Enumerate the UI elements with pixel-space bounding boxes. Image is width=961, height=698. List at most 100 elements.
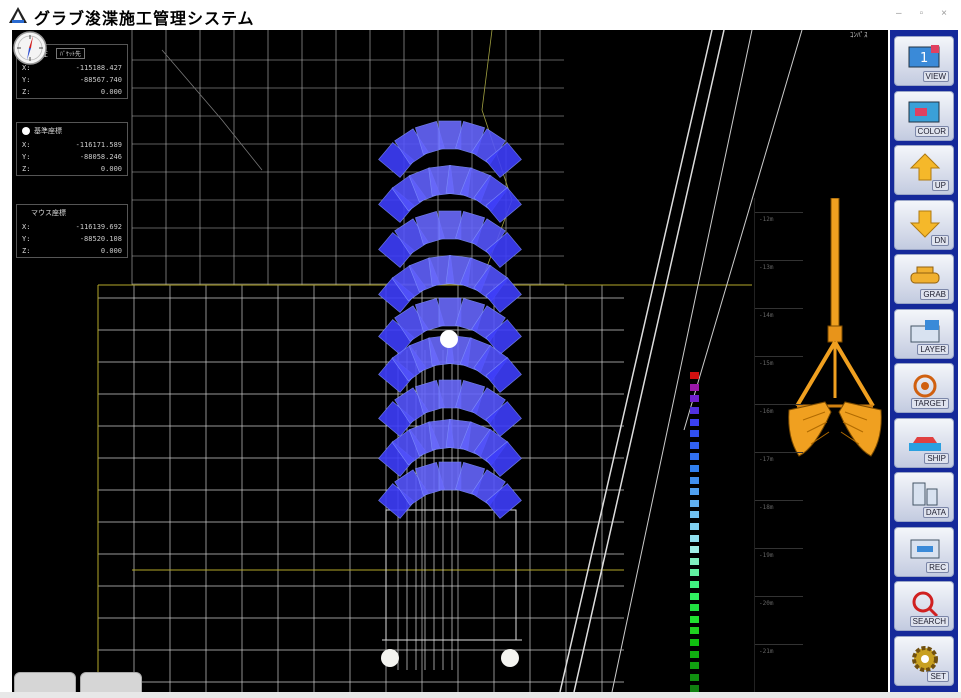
legend-item — [690, 567, 705, 579]
legend-item — [690, 474, 705, 486]
mouse-x-value: -116139.692 — [75, 223, 122, 231]
legend-swatch — [690, 650, 699, 658]
bucket-x-value: -115188.427 — [75, 64, 122, 72]
target-label: TARGET — [911, 398, 949, 409]
view-1-label: VIEW — [922, 71, 949, 82]
legend-item — [690, 416, 705, 428]
legend-swatch — [690, 511, 699, 519]
bucket-z-value: 0.000 — [100, 88, 122, 96]
legend-swatch — [690, 592, 699, 600]
bottom-edge — [0, 692, 961, 698]
legend-swatch — [690, 569, 699, 577]
x-label: X: — [22, 223, 31, 231]
compass-label: ｺﾝﾊﾟｽ — [850, 32, 868, 39]
legend-swatch — [690, 499, 699, 507]
gauge-tick-label: -19m — [759, 552, 774, 559]
layer-icon — [910, 319, 940, 342]
record-button[interactable]: REC — [894, 526, 954, 577]
legend-swatch — [690, 395, 699, 403]
reference-y-value: -88058.246 — [79, 153, 122, 161]
legend-item — [690, 370, 705, 382]
data-button[interactable]: DATA — [894, 472, 954, 522]
target-button[interactable]: TARGET — [894, 363, 954, 413]
view-2-button[interactable]: COLOR — [894, 90, 954, 141]
legend-swatch — [690, 407, 699, 415]
status-tab-1[interactable] — [14, 672, 76, 694]
depth-color-legend — [690, 370, 705, 692]
grab-button[interactable]: GRAB — [894, 254, 954, 304]
layer-button[interactable]: LAYER — [894, 308, 954, 359]
reference-x-value: -116171.589 — [75, 141, 122, 149]
x-label: X: — [22, 141, 31, 149]
gauge-tick-label: -15m — [759, 360, 774, 367]
legend-item — [690, 625, 705, 637]
settings-label: SET — [927, 670, 949, 682]
legend-swatch — [690, 453, 699, 461]
maximize-button[interactable]: ▫ — [920, 8, 924, 19]
legend-swatch — [690, 430, 699, 438]
legend-swatch — [690, 627, 699, 635]
right-toolbar: 1 VIEW COLOR UP DN GRAB LAYER TARGET SHIP DATA REC… — [890, 30, 958, 694]
y-label: Y: — [22, 235, 31, 243]
zoom-in-label: UP — [931, 180, 949, 191]
legend-item — [690, 521, 705, 533]
legend-item — [690, 498, 705, 510]
legend-item — [690, 532, 705, 544]
mouse-coordinates-panel: マウス座標 X: -116139.692 Y: -88520.108 Z: 0.000 — [16, 204, 128, 258]
view-1-button[interactable]: 1 VIEW — [894, 36, 954, 86]
route-line — [161, 49, 263, 171]
reference-coordinates-panel: 基準座標 X: -116171.589 Y: -88058.246 Z: 0.000 — [16, 122, 128, 176]
legend-swatch — [690, 662, 699, 670]
record-icon — [910, 539, 940, 558]
status-tab-2[interactable] — [80, 672, 142, 694]
z-label: Z: — [22, 165, 31, 173]
legend-item — [690, 660, 705, 672]
legend-item — [690, 544, 705, 556]
mouse-z-value: 0.000 — [100, 247, 122, 255]
legend-swatch — [690, 673, 699, 681]
bucket-point-select[interactable]: ﾊﾞｹｯﾄ先 — [56, 48, 86, 59]
gauge-tick — [755, 644, 803, 645]
legend-swatch — [690, 638, 699, 646]
compass-icon[interactable] — [12, 30, 48, 66]
reference-label: 基準座標 — [34, 127, 62, 135]
gauge-tick-label: -16m — [759, 408, 774, 415]
depth-gauge: -12m -13m -14m -15m -16m -17m -18m -19m -20m -21m — [754, 198, 888, 692]
zoom-in-button[interactable]: UP — [894, 145, 954, 195]
data-label: DATA — [922, 507, 949, 518]
legend-swatch — [690, 372, 699, 380]
plan-view-canvas[interactable]: 現在 ﾊﾞｹｯﾄ先 X:-115188.427 Y:-88567.740 Z:0… — [12, 30, 888, 692]
gear-icon — [912, 645, 938, 672]
reference-z-value: 0.000 — [100, 165, 122, 173]
legend-swatch — [690, 580, 699, 588]
gauge-tick-label: -18m — [759, 504, 774, 511]
legend-swatch — [690, 465, 699, 473]
ship-outline — [385, 509, 517, 641]
legend-item — [690, 590, 705, 602]
gauge-tick — [755, 596, 803, 597]
legend-item — [690, 637, 705, 649]
boat-label: SHIP — [924, 452, 949, 464]
legend-swatch — [690, 546, 699, 554]
search-label: SEARCH — [909, 616, 949, 627]
layer-label: LAYER — [917, 343, 949, 355]
anchor-marker — [501, 649, 519, 667]
legend-item — [690, 463, 705, 475]
search-button[interactable]: SEARCH — [894, 581, 954, 631]
zoom-out-label: DN — [931, 234, 949, 246]
gauge-tick — [755, 452, 803, 453]
settings-button[interactable]: SET — [894, 635, 954, 686]
boat-button[interactable]: SHIP — [894, 417, 954, 468]
grab-bucket-icon — [788, 198, 882, 457]
monitor-2-icon — [908, 101, 940, 122]
y-label: Y: — [22, 153, 31, 161]
gauge-tick-label: -21m — [759, 648, 774, 655]
mouse-y-value: -88520.108 — [79, 235, 122, 243]
zoom-out-button[interactable]: DN — [894, 199, 954, 250]
legend-swatch — [690, 441, 699, 449]
legend-item — [690, 671, 705, 683]
close-button[interactable]: × — [941, 8, 947, 19]
legend-item — [690, 613, 705, 625]
legend-swatch — [690, 523, 699, 531]
minimize-button[interactable]: – — [896, 8, 902, 19]
